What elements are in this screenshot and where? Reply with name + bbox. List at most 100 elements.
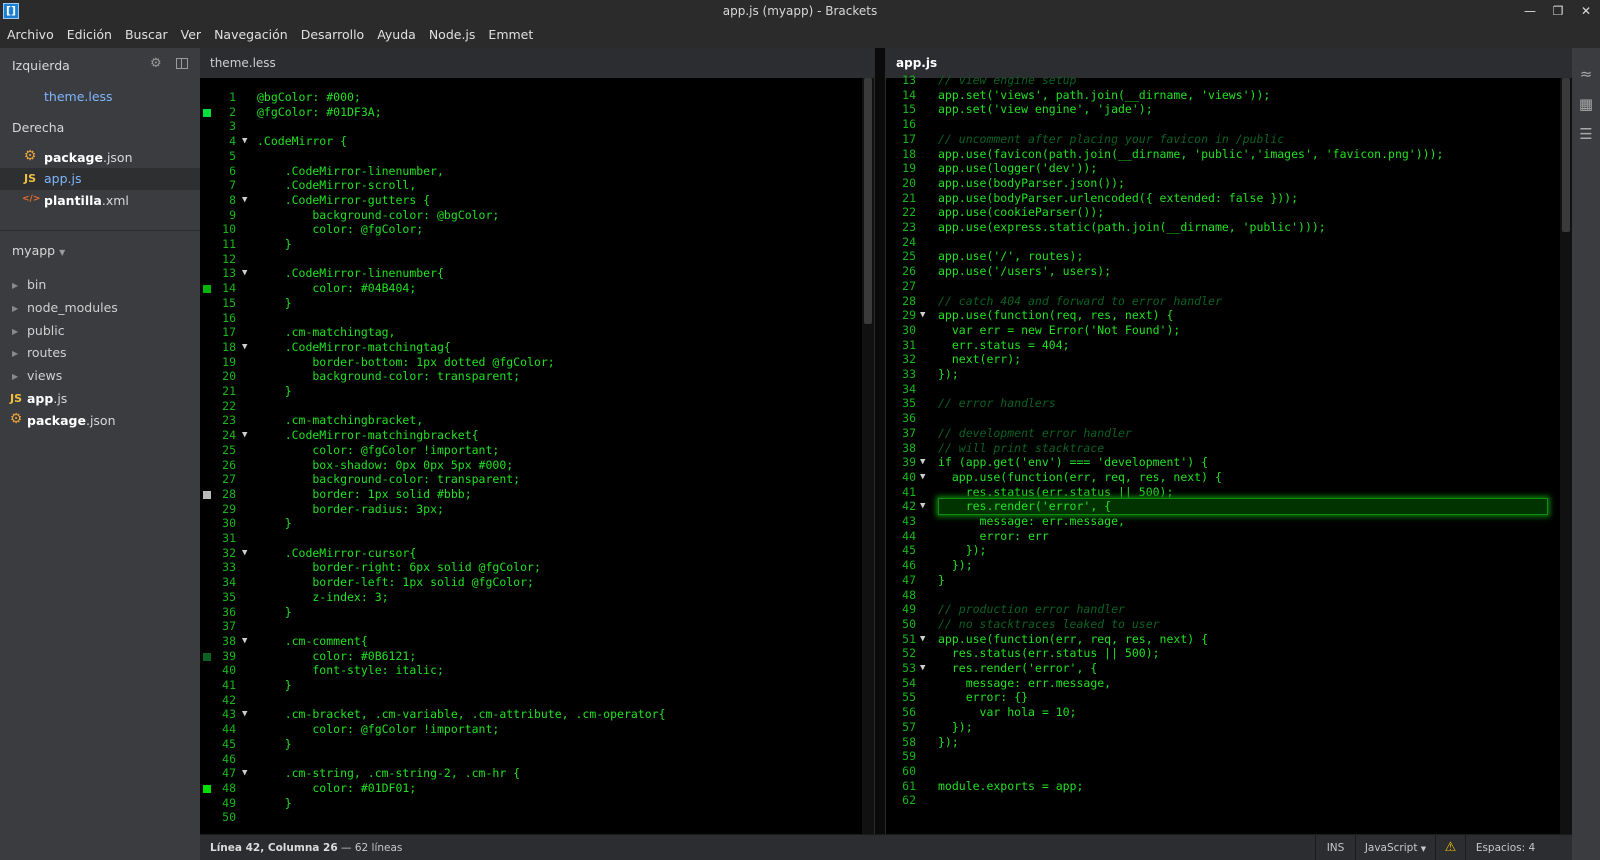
fold-toggle-icon[interactable]: ▼	[242, 546, 247, 561]
fold-toggle-icon[interactable]: ▼	[242, 134, 247, 149]
folder-collapsed-icon[interactable]: ▶	[12, 349, 18, 358]
code-line[interactable]: 56 var hola = 10;	[886, 705, 1572, 720]
code-line[interactable]: 37 // development error handler	[886, 426, 1572, 441]
code-line[interactable]: 41 }	[200, 678, 874, 693]
left-scrollbar[interactable]	[862, 78, 874, 834]
code-line[interactable]: 20 app.use(bodyParser.json());	[886, 176, 1572, 191]
left-pane-tab[interactable]: theme.less	[200, 48, 874, 78]
code-line[interactable]: 19 app.use(logger('dev'));	[886, 161, 1572, 176]
code-line[interactable]: 45 });	[886, 543, 1572, 558]
code-line[interactable]: 27 background-color: transparent;	[200, 472, 874, 487]
code-line[interactable]: 50 // no stacktraces leaked to user	[886, 617, 1572, 632]
code-line[interactable]: 25 app.use('/', routes);	[886, 249, 1572, 264]
code-line[interactable]: 13 // view engine setup	[886, 73, 1572, 88]
folder-bin[interactable]: bin	[27, 277, 46, 292]
file-package-json[interactable]: package.json	[44, 150, 133, 165]
close-button[interactable]: ✕	[1572, 2, 1600, 20]
insert-mode-toggle[interactable]: INS	[1315, 835, 1355, 860]
pane-divider[interactable]	[874, 48, 886, 834]
code-line[interactable]: 44 color: @fgColor !important;	[200, 722, 874, 737]
warning-icon[interactable]: ⚠	[1435, 835, 1465, 860]
code-line[interactable]: 11 }	[200, 237, 874, 252]
code-line[interactable]: 49 // production error handler	[886, 602, 1572, 617]
code-line[interactable]: 18 ▼ .CodeMirror-matchingtag{	[200, 340, 874, 355]
menu-buscar[interactable]: Buscar	[118, 22, 174, 48]
code-line[interactable]: 53 ▼ res.render('error', {	[886, 661, 1572, 676]
code-line[interactable]: 21 }	[200, 384, 874, 399]
menu-archivo[interactable]: Archivo	[0, 22, 60, 48]
right-scrollbar-thumb[interactable]	[1562, 78, 1570, 232]
code-line[interactable]: 4 ▼ .CodeMirror {	[200, 134, 874, 149]
code-line[interactable]: 43 ▼ .cm-bracket, .cm-variable, .cm-attri…	[200, 707, 874, 722]
fold-toggle-icon[interactable]: ▼	[920, 661, 925, 676]
left-editor-pane[interactable]: theme.less 1 @bgColor: #000; 2 @fgColor: #0…	[200, 48, 874, 834]
menu-ayuda[interactable]: Ayuda	[370, 22, 422, 48]
fold-toggle-icon[interactable]: ▼	[920, 632, 925, 647]
code-line[interactable]: 26 app.use('/users', users);	[886, 264, 1572, 279]
fold-toggle-icon[interactable]: ▼	[242, 340, 247, 355]
code-line[interactable]: 18 app.use(favicon(path.join(__dirname, '…	[886, 147, 1572, 162]
folder-collapsed-icon[interactable]: ▶	[12, 281, 18, 290]
fold-toggle-icon[interactable]: ▼	[920, 455, 925, 470]
code-line[interactable]: 39 color: #0B6121;	[200, 649, 874, 664]
fold-toggle-icon[interactable]: ▼	[920, 499, 925, 514]
code-line[interactable]: 22 app.use(cookieParser());	[886, 205, 1572, 220]
live-preview-icon[interactable]: ≈	[1576, 64, 1596, 84]
folder-views[interactable]: views	[27, 368, 62, 383]
code-line[interactable]: 6 .CodeMirror-linenumber,	[200, 164, 874, 179]
right-scrollbar[interactable]	[1560, 78, 1572, 834]
code-line[interactable]: 24 ▼ .CodeMirror-matchingbracket{	[200, 428, 874, 443]
folder-collapsed-icon[interactable]: ▶	[12, 327, 18, 336]
code-line[interactable]: 48 color: #01DF01;	[200, 781, 874, 796]
code-line[interactable]: 14 color: #04B404;	[200, 281, 874, 296]
code-line[interactable]: 57 });	[886, 720, 1572, 735]
project-file-app-js[interactable]: app.js	[27, 391, 67, 406]
menu-navegacion[interactable]: Navegación	[207, 22, 294, 48]
code-line[interactable]: 45 }	[200, 737, 874, 752]
code-line[interactable]: 37	[200, 619, 874, 634]
code-line[interactable]: 46	[200, 752, 874, 767]
code-line[interactable]: 16	[886, 117, 1572, 132]
code-line[interactable]: 28 // catch 404 and forward to error hand…	[886, 294, 1572, 309]
code-line[interactable]: 26 box-shadow: 0px 0px 5px #000;	[200, 458, 874, 473]
code-line[interactable]: 40 font-style: italic;	[200, 663, 874, 678]
indentation-setting[interactable]: Espacios: 4	[1465, 835, 1545, 860]
code-line[interactable]: 1 @bgColor: #000;	[200, 90, 874, 105]
fold-toggle-icon[interactable]: ▼	[242, 766, 247, 781]
gear-icon[interactable]: ⚙	[150, 56, 162, 71]
menu-edicion[interactable]: Edición	[60, 22, 118, 48]
menu-nodejs[interactable]: Node.js	[422, 22, 482, 48]
fold-toggle-icon[interactable]: ▼	[242, 428, 247, 443]
fold-toggle-icon[interactable]: ▼	[242, 634, 247, 649]
left-scrollbar-thumb[interactable]	[864, 78, 872, 324]
language-select[interactable]: JavaScript ▼	[1355, 835, 1435, 860]
code-line[interactable]: 29 ▼ app.use(function(req, res, next) {	[886, 308, 1572, 323]
menu-desarrollo[interactable]: Desarrollo	[294, 22, 371, 48]
code-line[interactable]: 23 app.use(express.static(path.join(__dir…	[886, 220, 1572, 235]
folder-routes[interactable]: routes	[27, 345, 67, 360]
code-line[interactable]: 5	[200, 149, 874, 164]
project-file-package-json[interactable]: package.json	[27, 413, 116, 428]
layers-icon[interactable]: ☰	[1576, 124, 1596, 144]
code-line[interactable]: 27	[886, 279, 1572, 294]
code-line[interactable]: 22	[200, 399, 874, 414]
fold-toggle-icon[interactable]: ▼	[242, 707, 247, 722]
fold-toggle-icon[interactable]: ▼	[242, 193, 247, 208]
code-line[interactable]: 8 ▼ .CodeMirror-gutters {	[200, 193, 874, 208]
code-line[interactable]: 13 ▼ .CodeMirror-linenumber{	[200, 266, 874, 281]
code-line[interactable]: 55 error: {}	[886, 690, 1572, 705]
split-view-icon[interactable]	[176, 58, 188, 69]
code-line[interactable]: 25 color: @fgColor !important;	[200, 443, 874, 458]
code-line[interactable]: 15 }	[200, 296, 874, 311]
code-line[interactable]: 15 app.set('view engine', 'jade');	[886, 102, 1572, 117]
file-theme-less[interactable]: theme.less	[44, 89, 113, 104]
fold-toggle-icon[interactable]: ▼	[242, 266, 247, 281]
code-line[interactable]: 30 var err = new Error('Not Found');	[886, 323, 1572, 338]
code-line[interactable]: 59	[886, 749, 1572, 764]
code-line[interactable]: 17 // uncomment after placing your favico…	[886, 132, 1572, 147]
code-line[interactable]: 16	[200, 311, 874, 326]
menu-emmet[interactable]: Emmet	[481, 22, 539, 48]
code-line[interactable]: 44 error: err	[886, 529, 1572, 544]
code-line[interactable]: 10 color: @fgColor;	[200, 222, 874, 237]
code-line[interactable]: 47}	[886, 573, 1572, 588]
